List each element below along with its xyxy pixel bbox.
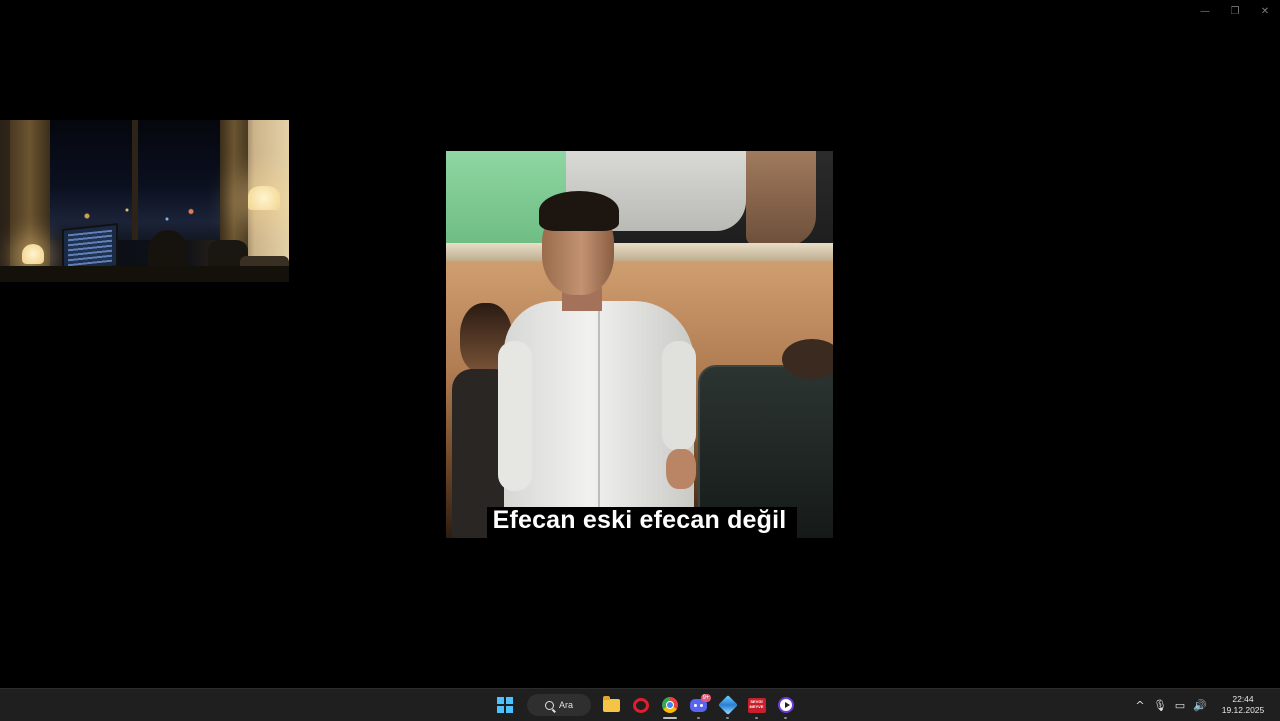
webcam-city-lights — [55, 198, 215, 228]
display-icon[interactable]: ▭ — [1170, 689, 1190, 721]
video-subtitle: Efecan eski efecan değil — [492, 506, 787, 534]
clock-date: 19.12.2025 — [1221, 705, 1265, 715]
taskbar: Ara 9+ SEVGİ MEYVE ^ � — [0, 688, 1280, 721]
webcam-desk — [0, 266, 289, 282]
red-app-icon: SEVGİ MEYVE — [747, 697, 766, 713]
folder-icon — [603, 695, 620, 712]
video-main-man-placket — [598, 311, 600, 531]
taskbar-search[interactable]: Ara — [527, 694, 591, 716]
clock-time: 22:44 — [1232, 694, 1254, 704]
active-indicator — [662, 717, 677, 719]
running-indicator — [697, 717, 700, 719]
volume-icon[interactable]: 🔊 — [1190, 689, 1210, 721]
close-button[interactable]: ✕ — [1250, 0, 1280, 22]
opera-icon — [632, 697, 649, 713]
minimize-button[interactable]: — — [1190, 0, 1220, 22]
chrome-button[interactable] — [655, 689, 684, 721]
video-main-man-hair — [539, 191, 619, 231]
search-icon — [544, 700, 554, 710]
opera-button[interactable] — [626, 689, 655, 721]
file-explorer-button[interactable] — [597, 689, 626, 721]
clock[interactable]: 22:44 19.12.2025 — [1210, 694, 1276, 716]
window-controls: — ❐ ✕ — [1190, 0, 1280, 22]
restore-button[interactable]: ❐ — [1220, 0, 1250, 22]
webcam-lamp-left — [22, 244, 44, 264]
video-bald-head — [782, 339, 833, 379]
video-main-man-arm-left — [498, 341, 532, 491]
play-icon — [777, 697, 794, 713]
chrome-icon — [661, 697, 678, 713]
running-indicator — [784, 717, 787, 719]
taskbar-apps: Ara 9+ SEVGİ MEYVE — [490, 689, 800, 721]
webcam-lamp-right — [248, 186, 280, 210]
chevron-up-icon[interactable]: ^ — [1130, 689, 1150, 721]
windows-logo-icon — [496, 697, 513, 713]
diamond-app-button[interactable] — [713, 689, 742, 721]
start-button[interactable] — [490, 689, 519, 721]
system-tray: ^ 🎙 ▭ 🔊 22:44 19.12.2025 — [1130, 689, 1280, 721]
microphone-icon[interactable]: 🎙 — [1150, 689, 1170, 721]
video-main-man-arm-right — [662, 341, 696, 451]
video-fan-arm — [746, 151, 816, 246]
search-label: Ara — [558, 700, 573, 710]
diamond-app-icon — [717, 695, 738, 715]
notification-badge: 9+ — [701, 694, 711, 702]
video-main-man — [498, 191, 704, 538]
media-player-button[interactable] — [771, 689, 800, 721]
video-frame[interactable] — [446, 151, 833, 538]
webcam-overlay — [0, 120, 289, 282]
running-indicator — [726, 717, 729, 719]
discord-button[interactable]: 9+ — [684, 689, 713, 721]
video-main-man-hand — [666, 449, 696, 489]
running-indicator — [755, 717, 758, 719]
red-app-button[interactable]: SEVGİ MEYVE — [742, 689, 771, 721]
